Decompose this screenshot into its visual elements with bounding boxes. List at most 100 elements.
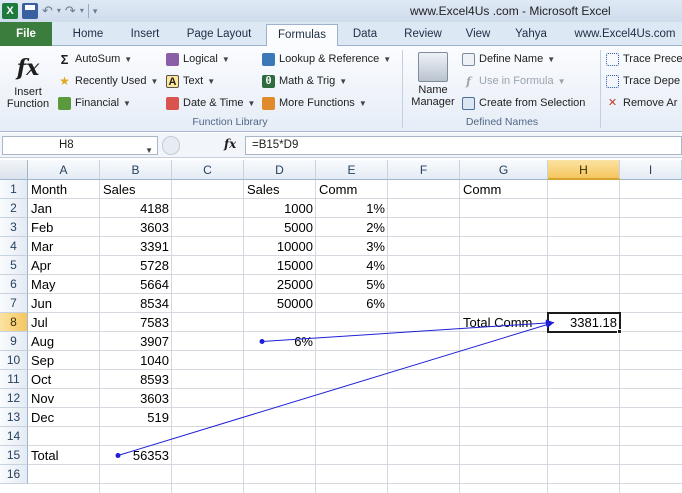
math-trig-button[interactable]: θ Math & Trig ▼	[262, 71, 347, 91]
cell-a7[interactable]: Jun	[28, 294, 100, 313]
customize-toolbar-icon[interactable]: ▾	[93, 3, 98, 19]
save-icon[interactable]	[22, 3, 38, 19]
column-header-f[interactable]: F	[388, 160, 460, 180]
column-header-e[interactable]: E	[316, 160, 388, 180]
cell-d2[interactable]: 1000	[244, 199, 316, 218]
row-header-15[interactable]: 15	[0, 446, 28, 465]
tab-formulas[interactable]: Formulas	[266, 24, 338, 47]
row-header-14[interactable]: 14	[0, 427, 28, 446]
row-header-1[interactable]: 1	[0, 180, 28, 199]
cell-a12[interactable]: Nov	[28, 389, 100, 408]
cell-b9[interactable]: 3907	[100, 332, 172, 351]
tab-excel4us[interactable]: www.Excel4Us.com	[568, 24, 682, 46]
row-header-9[interactable]: 9	[0, 332, 28, 351]
dropdown-arrow-icon[interactable]: ▼	[145, 142, 153, 159]
cell-e5[interactable]: 4%	[316, 256, 388, 275]
cell-b13[interactable]: 519	[100, 408, 172, 427]
column-header-d[interactable]: D	[244, 160, 316, 180]
create-from-selection-button[interactable]: Create from Selection	[462, 93, 585, 113]
financial-button[interactable]: Financial ▼	[58, 93, 131, 113]
more-functions-button[interactable]: More Functions ▼	[262, 93, 367, 113]
cell-e2[interactable]: 1%	[316, 199, 388, 218]
column-header-b[interactable]: B	[100, 160, 172, 180]
tab-yahya[interactable]: Yahya	[506, 24, 556, 46]
row-header-4[interactable]: 4	[0, 237, 28, 256]
cell-e3[interactable]: 2%	[316, 218, 388, 237]
cell-a1[interactable]: Month	[28, 180, 100, 199]
cell-e4[interactable]: 3%	[316, 237, 388, 256]
select-all-button[interactable]	[0, 160, 28, 180]
column-header-h[interactable]: H	[548, 160, 620, 180]
cell-b15[interactable]: 56353	[100, 446, 172, 465]
cell-d9[interactable]: 6%	[244, 332, 316, 351]
cell-d4[interactable]: 10000	[244, 237, 316, 256]
cell-b4[interactable]: 3391	[100, 237, 172, 256]
cell-e6[interactable]: 5%	[316, 275, 388, 294]
cell-g1[interactable]: Comm	[460, 180, 548, 199]
name-manager-button[interactable]: Name Manager	[406, 52, 460, 108]
row-header-8[interactable]: 8	[0, 313, 28, 332]
cell-e7[interactable]: 6%	[316, 294, 388, 313]
cell-d7[interactable]: 50000	[244, 294, 316, 313]
cell-d3[interactable]: 5000	[244, 218, 316, 237]
tab-home[interactable]: Home	[62, 24, 114, 46]
column-header-i[interactable]: I	[620, 160, 682, 180]
cell-a4[interactable]: Mar	[28, 237, 100, 256]
row-header-11[interactable]: 11	[0, 370, 28, 389]
row-header-16[interactable]: 16	[0, 465, 28, 484]
formula-bar-resize-handle[interactable]	[162, 136, 180, 155]
worksheet-grid[interactable]: ABCDEFGHI 1 2 3 4 5 6 7 8 9 10 11 12 13 14 15 16 Month J…	[0, 160, 682, 493]
cell-a2[interactable]: Jan	[28, 199, 100, 218]
recently-used-button[interactable]: ★ Recently Used ▼	[58, 71, 158, 91]
row-header-3[interactable]: 3	[0, 218, 28, 237]
cell-a5[interactable]: Apr	[28, 256, 100, 275]
cell-a11[interactable]: Oct	[28, 370, 100, 389]
cell-a3[interactable]: Feb	[28, 218, 100, 237]
remove-arrows-button[interactable]: ✕ Remove Ar	[606, 93, 678, 113]
insert-function-icon[interactable]: fx	[224, 137, 236, 151]
cell-b12[interactable]: 3603	[100, 389, 172, 408]
row-header-5[interactable]: 5	[0, 256, 28, 275]
cell-e1[interactable]: Comm	[316, 180, 388, 199]
cell-d1[interactable]: Sales	[244, 180, 316, 199]
cell-b5[interactable]: 5728	[100, 256, 172, 275]
formula-input[interactable]: =B15*D9	[245, 136, 682, 155]
tab-view[interactable]: View	[456, 24, 500, 46]
row-header-7[interactable]: 7	[0, 294, 28, 313]
column-header-g[interactable]: G	[460, 160, 548, 180]
dropdown-arrow-icon[interactable]: ▾	[57, 3, 61, 19]
cell-b1[interactable]: Sales	[100, 180, 172, 199]
trace-dependents-button[interactable]: Trace Depe	[606, 71, 680, 91]
cell-a9[interactable]: Aug	[28, 332, 100, 351]
cell-a8[interactable]: Jul	[28, 313, 100, 332]
column-header-a[interactable]: A	[28, 160, 100, 180]
cell-a10[interactable]: Sep	[28, 351, 100, 370]
tab-review[interactable]: Review	[394, 24, 452, 46]
dropdown-arrow-icon[interactable]: ▾	[80, 3, 84, 19]
row-header-10[interactable]: 10	[0, 351, 28, 370]
tab-insert[interactable]: Insert	[118, 24, 172, 46]
date-time-button[interactable]: Date & Time ▼	[166, 93, 255, 113]
undo-icon[interactable]: ↶	[42, 3, 53, 19]
redo-icon[interactable]: ↷	[65, 3, 76, 19]
text-button[interactable]: A Text ▼	[166, 71, 215, 91]
cell-b3[interactable]: 3603	[100, 218, 172, 237]
row-header-2[interactable]: 2	[0, 199, 28, 218]
insert-function-button[interactable]: fx Insert Function	[4, 52, 52, 110]
tab-data[interactable]: Data	[342, 24, 388, 46]
use-in-formula-button[interactable]: f Use in Formula ▼	[462, 71, 565, 91]
name-box[interactable]: H8 ▼	[2, 136, 158, 155]
excel-app-icon[interactable]: X	[2, 3, 18, 19]
define-name-button[interactable]: Define Name ▼	[462, 49, 555, 69]
row-header-6[interactable]: 6	[0, 275, 28, 294]
cell-b8[interactable]: 7583	[100, 313, 172, 332]
tab-file[interactable]: File	[0, 22, 52, 46]
fill-handle[interactable]	[617, 329, 622, 334]
row-header-13[interactable]: 13	[0, 408, 28, 427]
cell-g8[interactable]: Total Comm	[460, 313, 548, 332]
cell-d6[interactable]: 25000	[244, 275, 316, 294]
tab-page-layout[interactable]: Page Layout	[176, 24, 262, 46]
cell-d5[interactable]: 15000	[244, 256, 316, 275]
cell-a15[interactable]: Total	[28, 446, 100, 465]
lookup-reference-button[interactable]: Lookup & Reference ▼	[262, 49, 391, 69]
